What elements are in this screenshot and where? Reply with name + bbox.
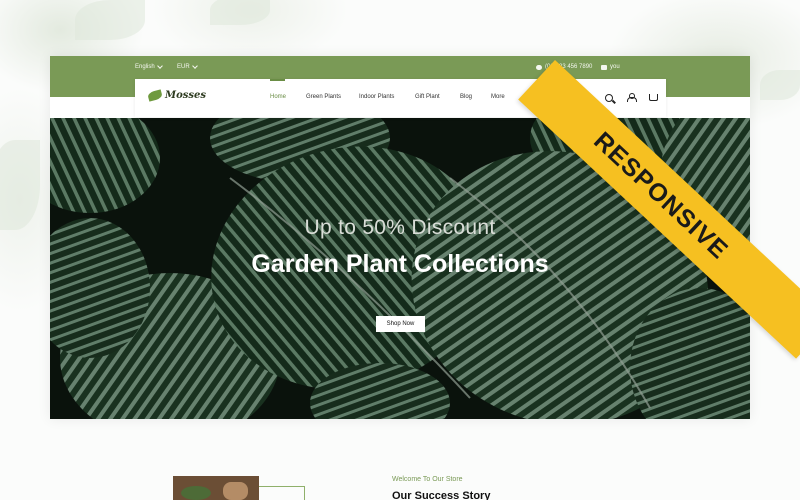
language-label: English [135,64,155,70]
email-text: you [610,64,620,70]
hero-subtitle: Up to 50% Discount [304,216,496,239]
shop-now-button[interactable]: Shop Now [376,316,425,332]
chevron-down-icon [156,63,163,69]
nav-item-indoor-plants[interactable]: Indoor Plants [359,94,394,100]
search-icon[interactable] [605,93,613,102]
phone-icon [536,64,542,70]
user-icon[interactable] [627,93,637,102]
nav-item-green-plants[interactable]: Green Plants [306,94,341,100]
site-preview-frame: English EUR (08)123 456 7890 you Mosses … [50,56,750,419]
nav-item-more[interactable]: More [491,94,505,100]
brand-logo[interactable]: Mosses [147,89,206,102]
active-nav-indicator [270,79,285,81]
leaf-icon [147,89,163,102]
about-image-frame [259,486,305,500]
currency-selector[interactable]: EUR [177,63,198,70]
mail-icon [601,64,607,70]
about-eyebrow: Welcome To Our Store [392,476,463,483]
brand-name: Mosses [165,90,206,101]
about-heading: Our Success Story [392,490,491,500]
cart-icon[interactable] [649,94,658,101]
nav-item-gift-plant[interactable]: Gift Plant [415,94,440,100]
language-selector[interactable]: English [135,63,163,70]
hero-title: Garden Plant Collections [251,250,549,278]
background-leaf [760,70,800,100]
email-contact[interactable]: you [601,64,620,70]
currency-label: EUR [177,64,190,70]
nav-icons [605,93,658,102]
nav-item-blog[interactable]: Blog [460,94,472,100]
chevron-down-icon [191,63,198,69]
about-image [173,476,259,500]
background-leaf [75,0,145,40]
nav-item-home[interactable]: Home [270,94,286,100]
